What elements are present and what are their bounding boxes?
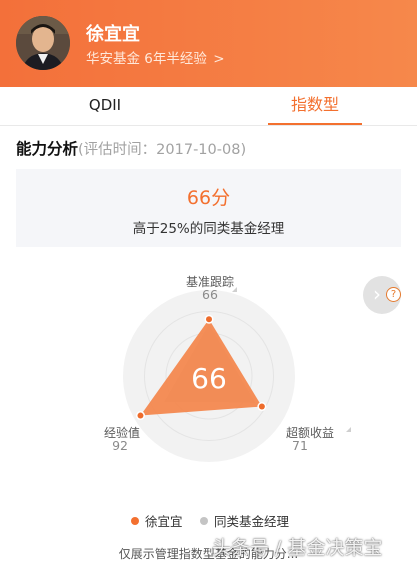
manager-detail-link[interactable]: 华安基金 6年半经验 > xyxy=(86,47,225,67)
data-point-1 xyxy=(206,316,212,323)
chevron-right-icon: > xyxy=(213,51,225,67)
radar-center-score: 66 xyxy=(191,362,227,395)
question-icon: ? xyxy=(386,287,401,302)
data-point-2 xyxy=(258,403,265,410)
chevron-right-icon: › xyxy=(373,282,381,306)
manager-header: 徐宜宜 华安基金 6年半经验 > xyxy=(0,0,417,87)
active-tab-indicator xyxy=(268,123,362,125)
manager-name: 徐宜宜 xyxy=(86,24,140,45)
score-panel: 66分 高于25%的同类基金经理 xyxy=(16,169,401,247)
score-value: 66分 xyxy=(186,187,231,209)
tab-index-label: 指数型 xyxy=(290,95,339,114)
legend-item-peers: 同类基金经理 xyxy=(200,511,289,530)
data-point-3 xyxy=(137,412,144,419)
watermark: 头条号 / 基金决策宝 xyxy=(212,537,383,559)
tab-index[interactable]: 指数型 xyxy=(268,87,362,125)
manager-subtitle: 华安基金 6年半经验 xyxy=(86,51,207,67)
chart-legend: 徐宜宜 同类基金经理 xyxy=(0,511,417,531)
legend-label-peers: 同类基金经理 xyxy=(214,514,290,529)
fund-type-tabs: QDII 指数型 xyxy=(0,87,417,126)
ability-analysis-title: 能力分析(评估时间：2017-10-08) xyxy=(16,137,246,159)
legend-dot-manager xyxy=(131,517,139,525)
axis-value-excess-return: 71 xyxy=(292,438,308,453)
avatar[interactable] xyxy=(16,16,70,70)
axis-value-experience: 92 xyxy=(112,438,128,453)
score-description: 高于25%的同类基金经理 xyxy=(132,221,285,237)
legend-item-manager: 徐宜宜 xyxy=(131,511,183,530)
section-title-text: 能力分析 xyxy=(16,140,79,158)
tab-qdii[interactable]: QDII xyxy=(60,87,150,125)
help-button[interactable]: › ? xyxy=(363,276,401,314)
legend-label-manager: 徐宜宜 xyxy=(145,514,183,529)
axis-value-tracking: 66 xyxy=(202,287,218,302)
eval-date: (评估时间：2017-10-08) xyxy=(78,142,247,158)
legend-dot-peers xyxy=(200,517,208,525)
